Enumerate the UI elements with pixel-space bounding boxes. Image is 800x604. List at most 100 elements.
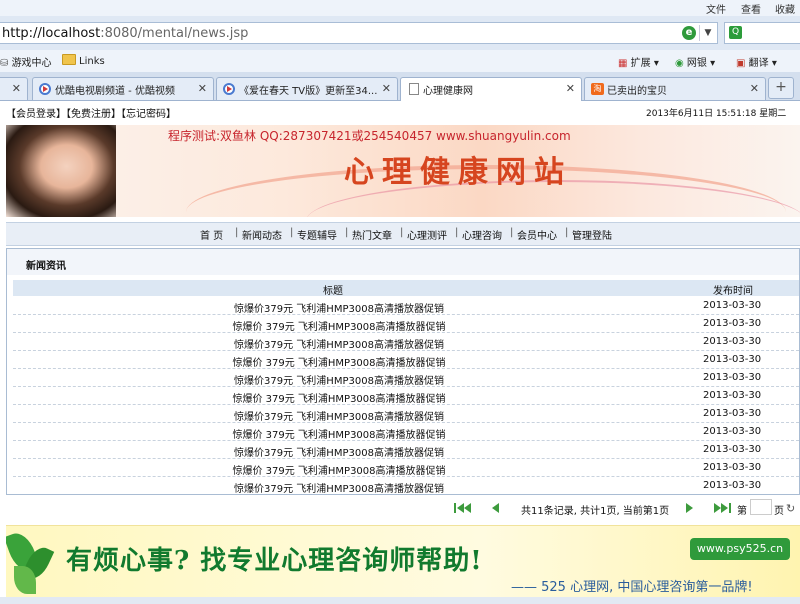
close-icon[interactable]: ✕ — [750, 82, 759, 95]
table-row[interactable]: 惊爆价379元 飞利浦HMP3008高清播放器促销 2013-03-30 — [13, 369, 799, 387]
close-icon[interactable]: ✕ — [566, 82, 575, 95]
search-icon[interactable]: Q — [729, 26, 742, 39]
news-date: 2013-03-30 — [703, 444, 762, 455]
url-input[interactable]: http://localhost:8080/mental/news.jsp e … — [0, 22, 718, 44]
tab-label: 已卖出的宝贝 — [607, 86, 667, 97]
translate-label: 翻译 — [748, 58, 769, 69]
tab-previous[interactable]: ✕ — [0, 77, 28, 100]
tab-label: 优酷电视剧频道 - 优酷视频 — [55, 86, 175, 97]
nav-separator: | — [345, 227, 349, 238]
favorite-games[interactable]: ⛁ 游戏中心 — [0, 54, 52, 69]
table-row[interactable]: 惊爆价 379元 飞利浦HMP3008高清播放器促销 2013-03-30 — [13, 387, 799, 405]
url-host: http://localhost — [2, 26, 101, 41]
news-box: 新闻资讯 标题 发布时间 惊爆价379元 飞利浦HMP3008高清播放器促销 20… — [6, 248, 800, 495]
new-tab-button[interactable]: + — [768, 77, 794, 99]
nav-separator: | — [510, 227, 514, 238]
search-input[interactable]: Q — [724, 22, 800, 44]
ad-url-button[interactable]: www.psy525.cn — [690, 538, 790, 560]
table-row[interactable]: 惊爆价379元 飞利浦HMP3008高清播放器促销 2013-03-30 — [13, 297, 799, 315]
nav-counseling[interactable]: 心理咨询 — [462, 227, 502, 242]
play-icon — [39, 83, 51, 95]
nav-admin-login[interactable]: 管理登陆 — [572, 227, 612, 242]
news-date: 2013-03-30 — [703, 480, 762, 491]
tab-label: 《爱在春天 TV版》更新至34... — [239, 86, 378, 97]
tab-label: 心理健康网 — [423, 86, 473, 97]
first-page-button[interactable] — [454, 503, 474, 513]
table-row[interactable]: 惊爆价379元 飞利浦HMP3008高清播放器促销 2013-03-30 — [13, 441, 799, 459]
ad-headline: 有烦心事? 找专业心理咨询师帮助! — [66, 546, 483, 576]
pager-info: 共11条记录, 共计1页, 当前第1页 — [521, 506, 670, 517]
news-date: 2013-03-30 — [703, 318, 762, 329]
plus-icon: + — [775, 79, 787, 95]
news-title-link[interactable]: 惊爆价379元 飞利浦HMP3008高清播放器促销 — [13, 444, 665, 459]
news-title-link[interactable]: 惊爆价 379元 飞利浦HMP3008高清播放器促销 — [13, 354, 665, 369]
play-icon — [223, 83, 235, 95]
extensions-button[interactable]: ▦ 扩展 ▾ — [618, 54, 659, 69]
last-page-button[interactable] — [714, 503, 734, 513]
go-page-prefix: 第 — [737, 506, 747, 517]
prev-page-button[interactable] — [492, 503, 502, 513]
table-row[interactable]: 惊爆价 379元 飞利浦HMP3008高清播放器促销 2013-03-30 — [13, 423, 799, 441]
nav-separator: | — [565, 227, 569, 238]
banner-title: 心理健康网站 — [344, 155, 572, 190]
table-row[interactable]: 惊爆价 379元 飞利浦HMP3008高清播放器促销 2013-03-30 — [13, 351, 799, 369]
main-nav: 首 页 | 新闻动态 | 专题辅导 | 热门文章 | 心理测评 | 心理咨询 |… — [6, 222, 800, 246]
news-date: 2013-03-30 — [703, 300, 762, 311]
nav-tests[interactable]: 心理测评 — [407, 227, 447, 242]
nav-hot-articles[interactable]: 热门文章 — [352, 227, 392, 242]
member-links[interactable]: 【会员登录】【免费注册】【忘记密码】 — [6, 105, 176, 120]
table-row[interactable]: 惊爆价379元 飞利浦HMP3008高清播放器促销 2013-03-30 — [13, 405, 799, 423]
news-title-link[interactable]: 惊爆价379元 飞利浦HMP3008高清播放器促销 — [13, 480, 665, 495]
nav-member-center[interactable]: 会员中心 — [517, 227, 557, 242]
taobao-icon: 淘 — [591, 83, 604, 95]
news-title-link[interactable]: 惊爆价379元 飞利浦HMP3008高清播放器促销 — [13, 336, 665, 351]
nav-news[interactable]: 新闻动态 — [242, 227, 282, 242]
ebank-button[interactable]: ◉ 网银 ▾ — [675, 54, 715, 69]
news-title-link[interactable]: 惊爆价 379元 飞利浦HMP3008高清播放器促销 — [13, 390, 665, 405]
chevron-down-icon[interactable]: ▼ — [699, 25, 716, 41]
news-date: 2013-03-30 — [703, 372, 762, 383]
translate-button[interactable]: ▣ 翻译 ▾ — [736, 54, 777, 69]
table-row[interactable]: 惊爆价 379元 飞利浦HMP3008高清播放器促销 2013-03-30 — [13, 459, 799, 477]
nav-home[interactable]: 首 页 — [200, 227, 223, 242]
close-icon[interactable]: ✕ — [198, 82, 207, 95]
favorite-links-label: Links — [79, 56, 105, 67]
tab-drama[interactable]: 《爱在春天 TV版》更新至34... ✕ — [216, 77, 398, 100]
menu-view[interactable]: 查看 — [741, 1, 761, 16]
news-date: 2013-03-30 — [703, 426, 762, 437]
news-date: 2013-03-30 — [703, 390, 762, 401]
table-row[interactable]: 惊爆价 379元 飞利浦HMP3008高清播放器促销 2013-03-30 — [13, 315, 799, 333]
nav-topics[interactable]: 专题辅导 — [297, 227, 337, 242]
news-box-title: 新闻资讯 — [26, 261, 66, 272]
header-title: 标题 — [323, 286, 343, 297]
menu-file[interactable]: 文件 — [706, 1, 726, 16]
news-date: 2013-03-30 — [703, 408, 762, 419]
news-title-link[interactable]: 惊爆价379元 飞利浦HMP3008高清播放器促销 — [13, 300, 665, 315]
tab-sold-items[interactable]: 淘 已卖出的宝贝 ✕ — [584, 77, 766, 100]
table-row[interactable]: 惊爆价379元 飞利浦HMP3008高清播放器促销 2013-03-30 — [13, 333, 799, 351]
favorite-links[interactable]: Links — [62, 54, 105, 67]
next-page-button[interactable] — [686, 503, 696, 513]
tab-youku[interactable]: 优酷电视剧频道 - 优酷视频 ✕ — [32, 77, 214, 100]
header-date: 发布时间 — [713, 286, 753, 297]
banner-test-text: 程序测试:双鱼林 QQ:287307421或254540457 www.shua… — [168, 129, 571, 143]
page-number-input[interactable] — [750, 499, 772, 515]
menu-favorites[interactable]: 收藏 — [775, 1, 795, 16]
next-page-icon — [686, 503, 693, 513]
refresh-icon[interactable]: ↻ — [786, 502, 795, 515]
news-title-link[interactable]: 惊爆价379元 飞利浦HMP3008高清播放器促销 — [13, 408, 665, 423]
news-date: 2013-03-30 — [703, 354, 762, 365]
site-banner: 程序测试:双鱼林 QQ:287307421或254540457 www.shua… — [6, 125, 800, 217]
news-title-link[interactable]: 惊爆价 379元 飞利浦HMP3008高清播放器促销 — [13, 426, 665, 441]
news-title-link[interactable]: 惊爆价 379元 飞利浦HMP3008高清播放器促销 — [13, 462, 665, 477]
shield-icon: ◉ — [675, 58, 687, 69]
ad-banner[interactable]: 有烦心事? 找专业心理咨询师帮助! www.psy525.cn —— 525 心… — [6, 525, 800, 598]
news-title-link[interactable]: 惊爆价 379元 飞利浦HMP3008高清播放器促销 — [13, 318, 665, 333]
news-title-link[interactable]: 惊爆价379元 飞利浦HMP3008高清播放器促销 — [13, 372, 665, 387]
close-icon[interactable]: ✕ — [382, 82, 391, 95]
tab-mental-health[interactable]: 心理健康网 ✕ — [400, 77, 582, 101]
table-row[interactable]: 惊爆价379元 飞利浦HMP3008高清播放器促销 2013-03-30 — [13, 477, 799, 495]
close-icon[interactable]: ✕ — [12, 82, 21, 95]
ebank-label: 网银 — [686, 58, 707, 69]
ie-engine-icon[interactable]: e — [682, 26, 696, 40]
